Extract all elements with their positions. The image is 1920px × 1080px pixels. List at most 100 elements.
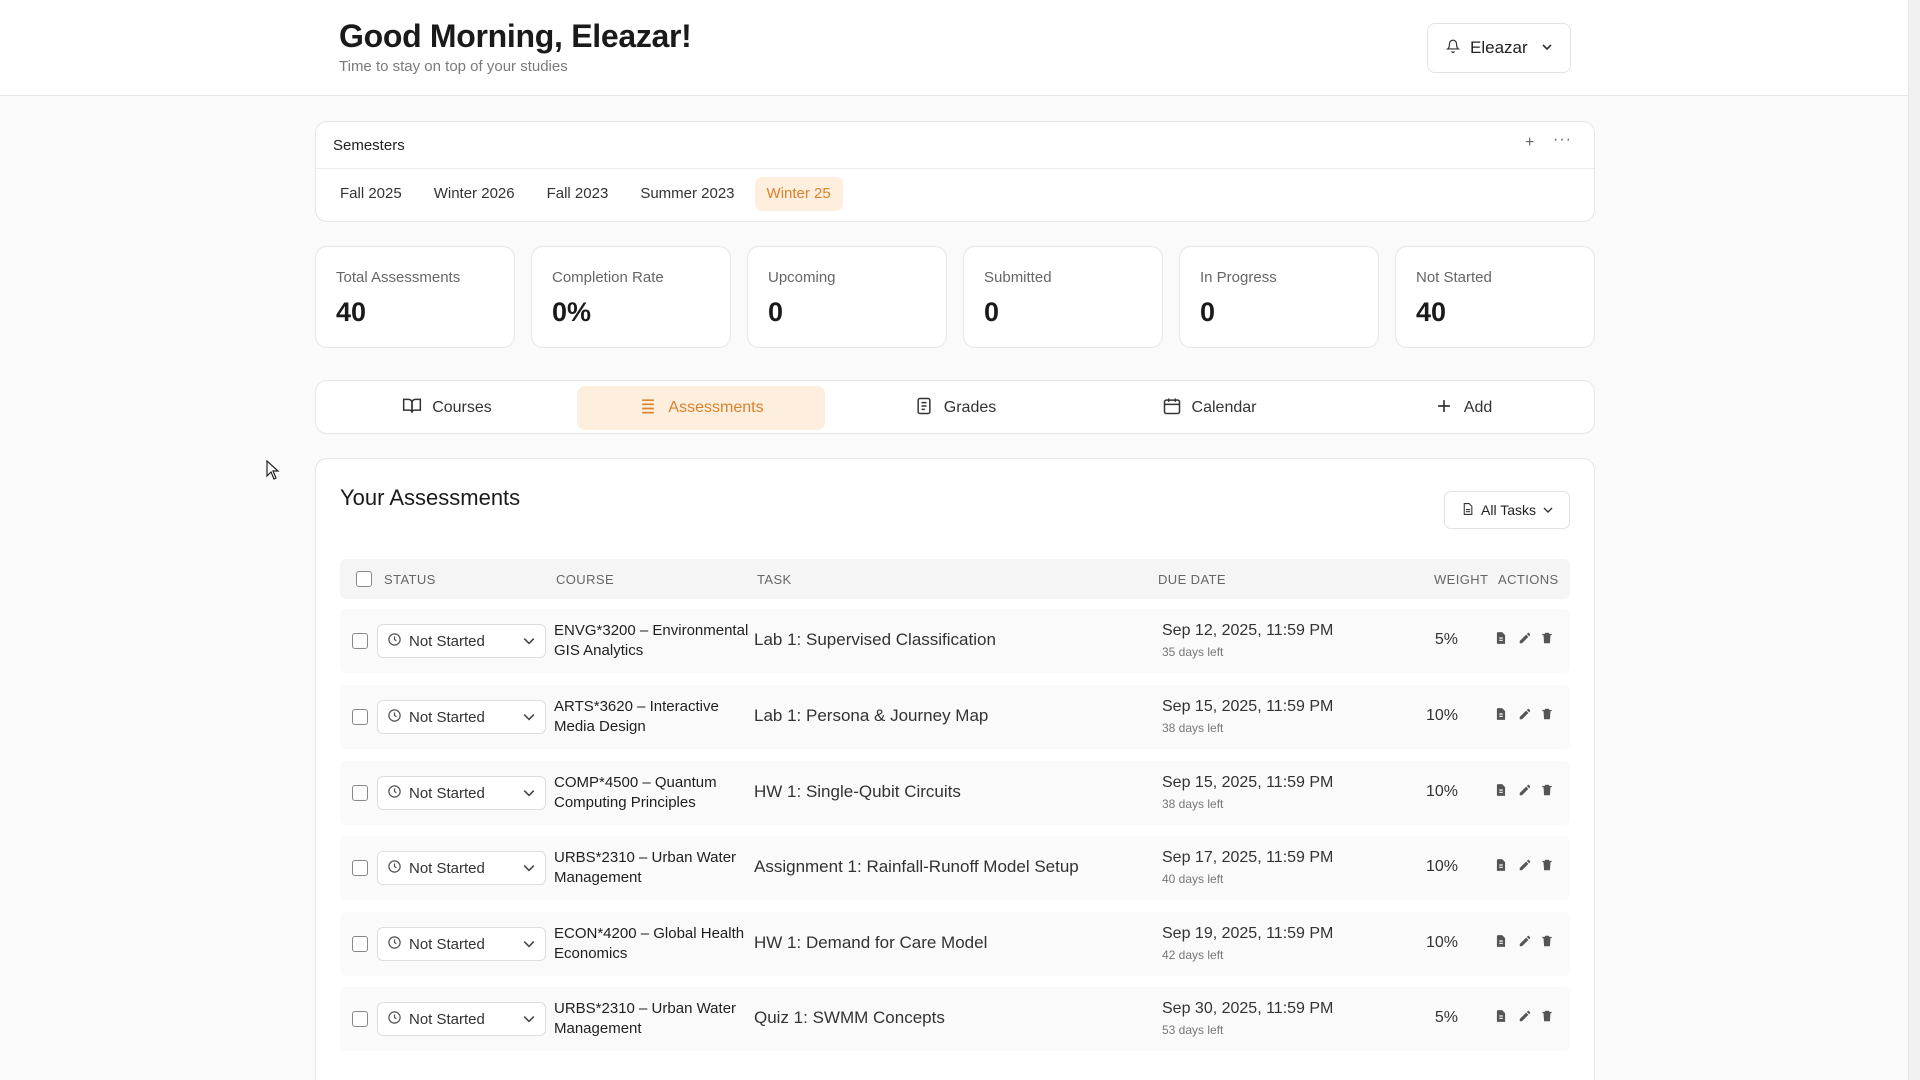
select-all-checkbox[interactable] bbox=[356, 571, 372, 587]
row-checkbox[interactable] bbox=[352, 633, 368, 649]
row-checkbox[interactable] bbox=[352, 1011, 368, 1027]
course-name: COMP*4500 – Quantum Computing Principles bbox=[554, 774, 717, 811]
row-checkbox[interactable] bbox=[352, 785, 368, 801]
semester-tab[interactable]: Winter 2026 bbox=[422, 177, 527, 211]
edit-icon[interactable] bbox=[1518, 783, 1536, 801]
nav-add[interactable]: Add bbox=[1339, 386, 1587, 430]
table-header: STATUS COURSE TASK DUE DATE WEIGHT ACTIO… bbox=[340, 559, 1570, 599]
table-row[interactable]: Not Started URBS*2310 – Urban Water Mana… bbox=[340, 987, 1570, 1051]
semester-tab[interactable]: Fall 2023 bbox=[535, 177, 621, 211]
table-row[interactable]: Not Started ECON*4200 – Global Health Ec… bbox=[340, 912, 1570, 976]
course-name: ENVG*3200 – Environmental GIS Analytics bbox=[554, 622, 749, 659]
days-left: 40 days left bbox=[1162, 872, 1224, 886]
chevron-down-icon bbox=[523, 1012, 535, 1029]
status-label: Not Started bbox=[409, 632, 485, 650]
status-select[interactable]: Not Started bbox=[377, 1002, 546, 1036]
due-date: Sep 15, 2025, 11:59 PM bbox=[1162, 774, 1334, 791]
delete-icon[interactable] bbox=[1540, 934, 1558, 952]
task-name: Assignment 1: Rainfall-Runoff Model Setu… bbox=[754, 857, 1079, 876]
edit-icon[interactable] bbox=[1518, 858, 1536, 876]
status-label: Not Started bbox=[409, 1010, 485, 1028]
semesters-title: Semesters bbox=[333, 137, 405, 154]
semester-tab[interactable]: Fall 2025 bbox=[328, 177, 414, 211]
page-scrollbar[interactable] bbox=[1908, 0, 1920, 1080]
edit-icon[interactable] bbox=[1518, 631, 1536, 649]
stat-card-total: Total Assessments 40 bbox=[315, 246, 515, 348]
stat-label: Upcoming bbox=[768, 269, 836, 286]
user-menu-button[interactable]: Eleazar bbox=[1427, 23, 1571, 73]
clock-icon bbox=[387, 632, 402, 651]
stat-label: Not Started bbox=[1416, 269, 1492, 286]
notes-icon[interactable] bbox=[1494, 934, 1512, 952]
semesters-header: Semesters + ··· bbox=[316, 122, 1594, 169]
status-label: Not Started bbox=[409, 784, 485, 802]
stat-value: 0 bbox=[984, 297, 1000, 327]
nav-calendar[interactable]: Calendar bbox=[1085, 386, 1333, 430]
status-select[interactable]: Not Started bbox=[377, 927, 546, 961]
chevron-down-icon bbox=[1543, 502, 1553, 518]
delete-icon[interactable] bbox=[1540, 783, 1558, 801]
task-name: HW 1: Demand for Care Model bbox=[754, 933, 988, 952]
nav-grades[interactable]: Grades bbox=[831, 386, 1079, 430]
days-left: 38 days left bbox=[1162, 721, 1224, 735]
edit-icon[interactable] bbox=[1518, 934, 1536, 952]
table-row[interactable]: Not Started ENVG*3200 – Environmental GI… bbox=[340, 609, 1570, 673]
chevron-down-icon bbox=[523, 861, 535, 878]
stat-value: 40 bbox=[336, 297, 367, 327]
days-left: 53 days left bbox=[1162, 1023, 1224, 1037]
notes-icon[interactable] bbox=[1494, 631, 1512, 649]
filter-label: All Tasks bbox=[1481, 502, 1536, 518]
clock-icon bbox=[387, 708, 402, 727]
status-select[interactable]: Not Started bbox=[377, 851, 546, 885]
semester-tab[interactable]: Summer 2023 bbox=[628, 177, 746, 211]
edit-icon[interactable] bbox=[1518, 707, 1536, 725]
notes-icon[interactable] bbox=[1494, 1009, 1512, 1027]
task-name: HW 1: Single-Qubit Circuits bbox=[754, 782, 961, 801]
stat-card-in-progress: In Progress 0 bbox=[1179, 246, 1379, 348]
status-select[interactable]: Not Started bbox=[377, 700, 546, 734]
status-select[interactable]: Not Started bbox=[377, 624, 546, 658]
nav-assessments[interactable]: Assessments bbox=[577, 386, 825, 430]
semester-tab-active[interactable]: Winter 25 bbox=[754, 177, 843, 211]
delete-icon[interactable] bbox=[1540, 631, 1558, 649]
semester-more-button[interactable]: ··· bbox=[1553, 131, 1572, 149]
delete-icon[interactable] bbox=[1540, 858, 1558, 876]
delete-icon[interactable] bbox=[1540, 1009, 1558, 1027]
clock-icon bbox=[387, 784, 402, 803]
task-filter-dropdown[interactable]: All Tasks bbox=[1444, 491, 1570, 529]
nav-label: Add bbox=[1463, 399, 1493, 416]
row-checkbox[interactable] bbox=[352, 936, 368, 952]
nav-label: Grades bbox=[943, 399, 997, 416]
due-date: Sep 17, 2025, 11:59 PM bbox=[1162, 849, 1334, 866]
table-row[interactable]: Not Started COMP*4500 – Quantum Computin… bbox=[340, 761, 1570, 825]
stat-card-not-started: Not Started 40 bbox=[1395, 246, 1595, 348]
notes-icon[interactable] bbox=[1494, 858, 1512, 876]
chevron-down-icon bbox=[523, 634, 535, 651]
nav-label: Courses bbox=[432, 399, 492, 416]
assessments-card: Your Assessments All Tasks STATUS COURSE… bbox=[315, 458, 1595, 1080]
stat-card-upcoming: Upcoming 0 bbox=[747, 246, 947, 348]
top-bar: Good Morning, Eleazar! Time to stay on t… bbox=[0, 0, 1908, 96]
status-label: Not Started bbox=[409, 935, 485, 953]
stat-value: 40 bbox=[1416, 297, 1447, 327]
due-date: Sep 15, 2025, 11:59 PM bbox=[1162, 698, 1334, 715]
weight-value: 5% bbox=[1434, 631, 1458, 648]
notes-icon[interactable] bbox=[1494, 783, 1512, 801]
stat-value: 0% bbox=[552, 297, 592, 327]
add-semester-button[interactable]: + bbox=[1525, 134, 1534, 152]
status-label: Not Started bbox=[409, 708, 485, 726]
row-checkbox[interactable] bbox=[352, 709, 368, 725]
table-row[interactable]: Not Started ARTS*3620 – Interactive Medi… bbox=[340, 685, 1570, 749]
weight-value: 10% bbox=[1425, 783, 1458, 800]
notes-icon[interactable] bbox=[1494, 707, 1512, 725]
delete-icon[interactable] bbox=[1540, 707, 1558, 725]
task-name: Lab 1: Supervised Classification bbox=[754, 630, 996, 649]
row-checkbox[interactable] bbox=[352, 860, 368, 876]
nav-label: Calendar bbox=[1191, 399, 1257, 416]
nav-courses[interactable]: Courses bbox=[323, 386, 571, 430]
stat-value: 0 bbox=[768, 297, 784, 327]
edit-icon[interactable] bbox=[1518, 1009, 1536, 1027]
due-date: Sep 12, 2025, 11:59 PM bbox=[1162, 622, 1334, 639]
status-select[interactable]: Not Started bbox=[377, 776, 546, 810]
table-row[interactable]: Not Started URBS*2310 – Urban Water Mana… bbox=[340, 836, 1570, 900]
